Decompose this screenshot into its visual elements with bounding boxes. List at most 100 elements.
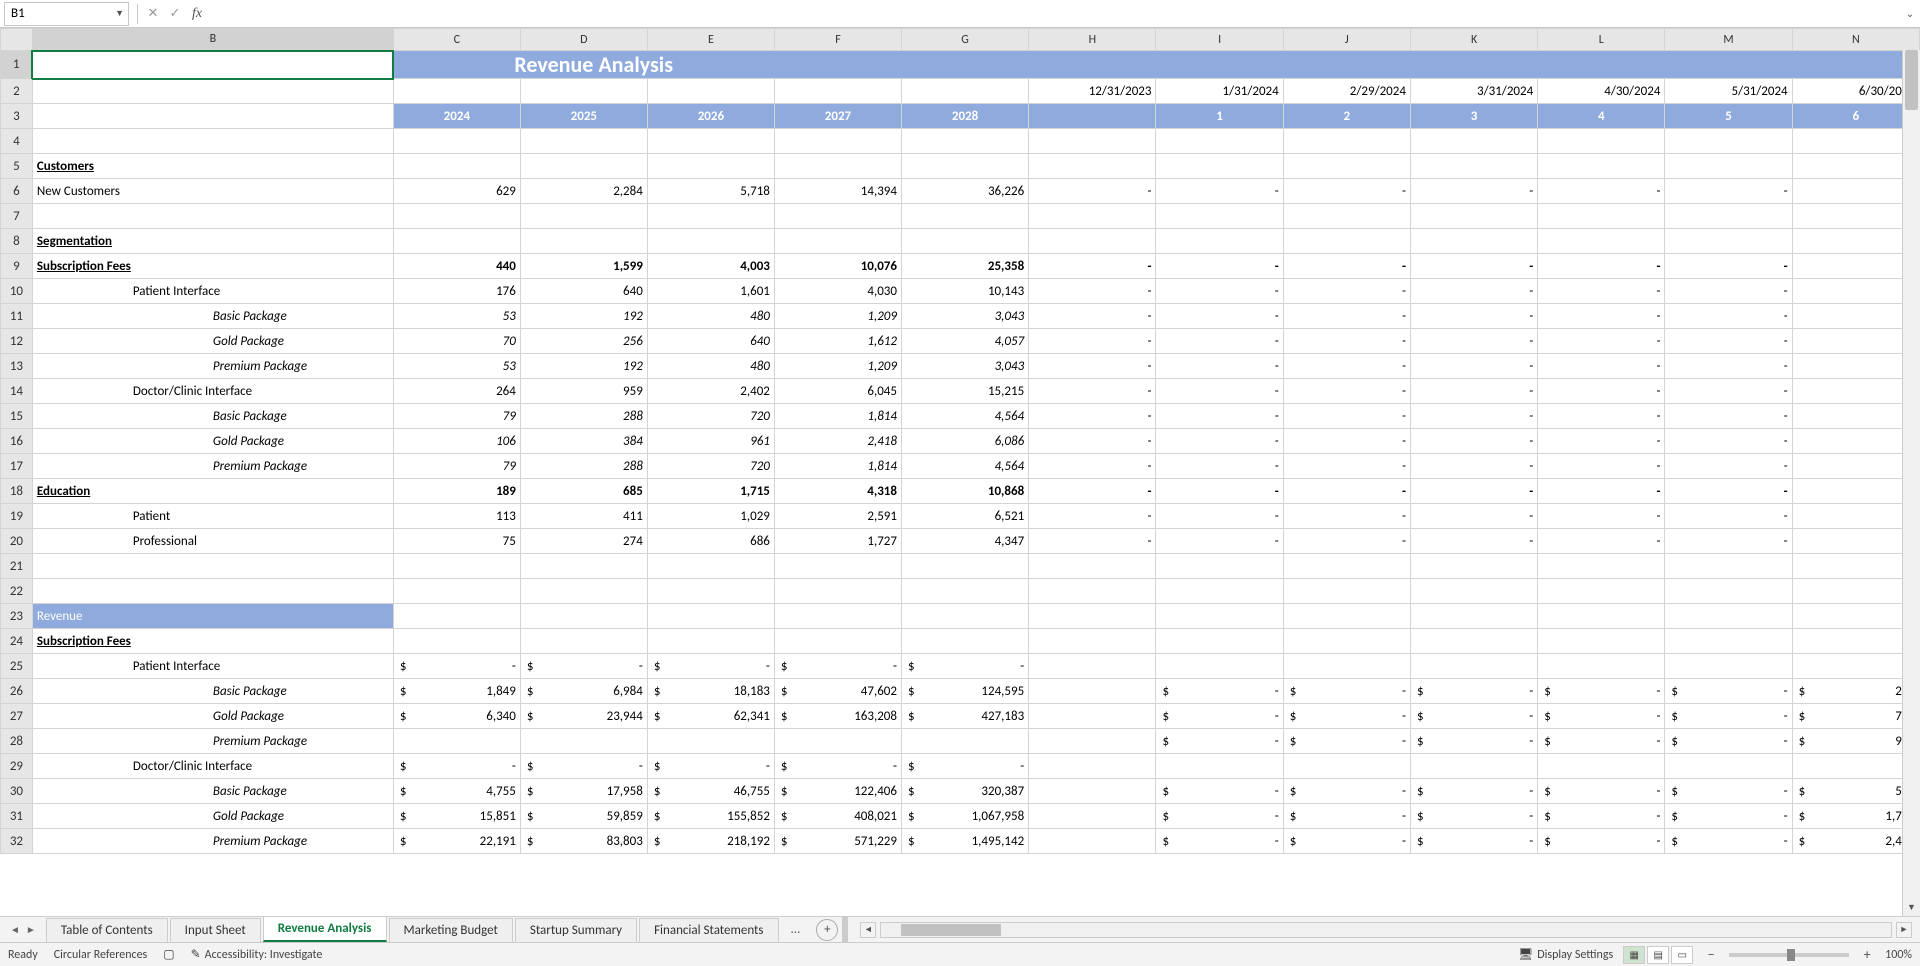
cell[interactable]: 2,470 <box>1792 829 1919 854</box>
cell[interactable]: - <box>1665 379 1792 404</box>
cell[interactable]: 1,764 <box>1792 804 1919 829</box>
row-header-13[interactable]: 13 <box>1 354 33 379</box>
row-header-19[interactable]: 19 <box>1 504 33 529</box>
spreadsheet-grid[interactable]: BCDEFGHIJKLMN1Revenue Analysis212/31/202… <box>0 28 1920 916</box>
cell[interactable]: - <box>1283 829 1410 854</box>
normal-view-button[interactable]: ▦ <box>1623 946 1645 964</box>
cancel-formula-button[interactable]: ✕ <box>142 3 164 25</box>
cell[interactable]: - <box>520 654 647 679</box>
cell[interactable]: - <box>901 754 1028 779</box>
cell[interactable]: - <box>1410 679 1537 704</box>
cell[interactable]: - <box>1156 779 1283 804</box>
cell[interactable]: 408,021 <box>774 804 901 829</box>
row-header-25[interactable]: 25 <box>1 654 33 679</box>
vscroll-thumb[interactable] <box>1905 50 1918 110</box>
column-header-D[interactable]: D <box>520 29 647 51</box>
cell[interactable]: - <box>1538 179 1665 204</box>
formula-input[interactable] <box>208 2 1900 26</box>
cell[interactable]: 959 <box>520 379 647 404</box>
row-header-2[interactable]: 2 <box>1 79 33 104</box>
cell[interactable]: 4,057 <box>901 329 1028 354</box>
cell[interactable]: - <box>1538 429 1665 454</box>
cell-B1[interactable] <box>32 51 393 79</box>
cell[interactable]: - <box>1283 479 1410 504</box>
row-header-4[interactable]: 4 <box>1 129 33 154</box>
cell[interactable]: 10,143 <box>901 279 1028 304</box>
status-circular-refs[interactable]: Circular References <box>54 948 147 962</box>
cell[interactable]: - <box>520 754 647 779</box>
cell[interactable]: - <box>1538 829 1665 854</box>
cell[interactable]: 13 <box>1792 504 1919 529</box>
row-header-17[interactable]: 17 <box>1 454 33 479</box>
cell[interactable]: - <box>1156 804 1283 829</box>
cell[interactable]: 571,229 <box>774 829 901 854</box>
cell[interactable]: - <box>1538 404 1665 429</box>
row-label[interactable]: New Customers <box>32 179 393 204</box>
zoom-knob[interactable] <box>1787 949 1795 961</box>
cell[interactable]: 62,341 <box>647 704 774 729</box>
cell[interactable]: - <box>1029 179 1156 204</box>
date-header[interactable]: 5/31/2024 <box>1665 79 1792 104</box>
date-header[interactable]: 2/29/2024 <box>1283 79 1410 104</box>
page-layout-view-button[interactable]: ▤ <box>1647 946 1669 964</box>
cell[interactable]: 1,209 <box>774 354 901 379</box>
row-label[interactable]: Basic Package <box>32 404 393 429</box>
name-box[interactable]: B1 ▼ <box>4 2 129 26</box>
cell[interactable]: - <box>1029 479 1156 504</box>
year-header[interactable]: 2025 <box>520 104 647 129</box>
cell[interactable]: 2,591 <box>774 504 901 529</box>
column-header-C[interactable]: C <box>393 29 520 51</box>
cell[interactable]: - <box>1538 729 1665 754</box>
zoom-slider[interactable] <box>1729 953 1849 957</box>
cell[interactable]: 640 <box>647 329 774 354</box>
cell[interactable]: - <box>774 654 901 679</box>
cell[interactable]: 15,215 <box>901 379 1028 404</box>
cell[interactable]: 8 <box>1792 529 1919 554</box>
cell[interactable]: - <box>1156 429 1283 454</box>
cell[interactable]: - <box>1410 479 1537 504</box>
date-header[interactable]: 4/30/2024 <box>1538 79 1665 104</box>
cell[interactable]: - <box>1410 279 1537 304</box>
column-header-I[interactable]: I <box>1156 29 1283 51</box>
row-header-1[interactable]: 1 <box>1 51 33 79</box>
cell[interactable]: - <box>1029 329 1156 354</box>
cell[interactable]: - <box>1283 379 1410 404</box>
next-sheet-button[interactable]: ► <box>26 923 36 936</box>
cell[interactable]: 1,495,142 <box>901 829 1028 854</box>
cell[interactable]: - <box>1283 429 1410 454</box>
row-header-26[interactable]: 26 <box>1 679 33 704</box>
row-header-21[interactable]: 21 <box>1 554 33 579</box>
row-header-30[interactable]: 30 <box>1 779 33 804</box>
cell[interactable]: 163,208 <box>774 704 901 729</box>
cell[interactable]: 384 <box>520 429 647 454</box>
display-settings-button[interactable]: 🖥 Display Settings <box>1518 947 1613 962</box>
cell[interactable]: - <box>1665 529 1792 554</box>
cell[interactable]: 79 <box>393 454 520 479</box>
row-label[interactable]: Basic Package <box>32 304 393 329</box>
revenue-section[interactable]: Revenue <box>32 604 393 629</box>
cell[interactable]: 4,564 <box>901 454 1028 479</box>
cell[interactable]: 6,045 <box>774 379 901 404</box>
cell[interactable]: - <box>1665 304 1792 329</box>
row-label[interactable]: Doctor/Clinic Interface <box>32 754 393 779</box>
cell[interactable]: 427,183 <box>901 704 1028 729</box>
sheet-tab[interactable]: Input Sheet <box>170 918 261 942</box>
row-label[interactable]: Doctor/Clinic Interface <box>32 379 393 404</box>
column-header-F[interactable]: F <box>774 29 901 51</box>
cell[interactable]: - <box>393 654 520 679</box>
row-header-12[interactable]: 12 <box>1 329 33 354</box>
horizontal-scrollbar[interactable] <box>880 922 1892 938</box>
month-header[interactable]: 5 <box>1665 104 1792 129</box>
cell[interactable]: - <box>1410 429 1537 454</box>
cell[interactable]: 1,814 <box>774 404 901 429</box>
sheet-tab[interactable]: Startup Summary <box>515 918 637 942</box>
cell[interactable]: - <box>1410 829 1537 854</box>
cell[interactable]: 189 <box>393 479 520 504</box>
hscroll-thumb[interactable] <box>901 924 1001 936</box>
cell[interactable]: - <box>1156 304 1283 329</box>
cell[interactable]: 941 <box>1792 729 1919 754</box>
cell[interactable]: 720 <box>647 404 774 429</box>
row-header-20[interactable]: 20 <box>1 529 33 554</box>
cell[interactable]: - <box>1665 329 1792 354</box>
cell[interactable]: - <box>1410 804 1537 829</box>
